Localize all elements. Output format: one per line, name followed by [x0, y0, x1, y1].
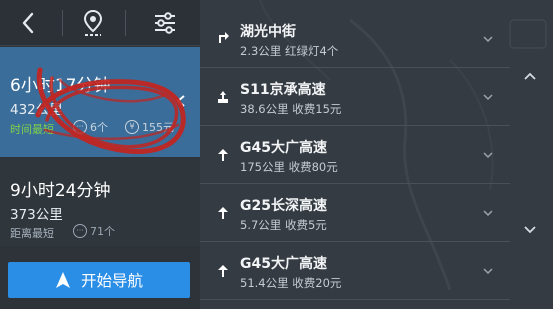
toolbar-divider: [62, 10, 63, 36]
toll-cost: ¥ 155元: [125, 119, 174, 135]
toll-gate-icon: [218, 91, 228, 103]
straight-arrow-icon: [218, 149, 228, 161]
expand-route-button[interactable]: [175, 93, 187, 112]
step-info: 175公里 收费80元: [240, 160, 338, 174]
scroll-down-button[interactable]: [518, 218, 542, 242]
route-tag: 距离最短: [10, 227, 54, 240]
toolbar-divider: [125, 10, 126, 36]
back-button[interactable]: [0, 0, 55, 46]
route-duration: 6小时17分钟: [10, 76, 111, 96]
chevron-left-icon: [176, 95, 185, 107]
traffic-light-icon: ···: [73, 120, 87, 134]
chevron-down-icon: [483, 94, 493, 101]
yuan-icon: ¥: [125, 120, 139, 134]
traffic-light-icon: ···: [73, 224, 87, 238]
route-tag: 时间最短: [10, 123, 54, 136]
chevron-down-icon: [483, 152, 493, 159]
navigation-screen: 6小时17分钟 432公里 时间最短 ··· 6个 ¥ 155元 9小时24分钟…: [0, 0, 553, 309]
step-road-name: S11京承高速: [240, 82, 326, 98]
toolbar: [0, 0, 200, 46]
route-step[interactable]: 湖光中街 2.3公里 红绿灯4个: [200, 10, 510, 68]
step-road-name: G45大广高速: [240, 140, 327, 156]
route-distance: 432公里: [10, 102, 63, 118]
step-road-name: 湖光中街: [240, 24, 296, 40]
route-step[interactable]: S11京承高速 38.6公里 收费15元: [200, 68, 510, 126]
step-info: 51.4公里 收费20元: [240, 276, 342, 290]
location-button[interactable]: [68, 0, 118, 46]
scroll-up-button[interactable]: [518, 64, 542, 88]
chevron-down-icon: [483, 36, 493, 43]
start-navigation-button[interactable]: 开始导航: [8, 262, 190, 298]
chevron-up-icon: [524, 72, 536, 80]
navigation-arrow-icon: [55, 272, 70, 288]
chevron-down-icon: [524, 226, 536, 234]
step-road-name: G25长深高速: [240, 198, 327, 214]
route-option-2[interactable]: 9小时24分钟 373公里 距离最短 ··· 71个: [0, 158, 200, 246]
straight-arrow-icon: [218, 207, 228, 219]
route-step[interactable]: G25长深高速 5.7公里 收费5元: [200, 184, 510, 242]
route-steps-panel: 湖光中街 2.3公里 红绿灯4个 S11京承高速 38.6公里 收费15元 G4…: [200, 0, 553, 309]
route-distance: 373公里: [10, 207, 63, 223]
start-navigation-label: 开始导航: [80, 272, 143, 290]
sliders-icon: [155, 12, 175, 34]
step-info: 38.6公里 收费15元: [240, 102, 342, 116]
route-panel: 6小时17分钟 432公里 时间最短 ··· 6个 ¥ 155元 9小时24分钟…: [0, 0, 200, 309]
step-info: 2.3公里 红绿灯4个: [240, 44, 339, 58]
chevron-down-icon: [483, 210, 493, 217]
traffic-lights-count: ··· 71个: [73, 223, 115, 239]
back-arrow-icon: [22, 12, 33, 34]
turn-right-icon: [219, 32, 229, 43]
route-option-1[interactable]: 6小时17分钟 432公里 时间最短 ··· 6个 ¥ 155元: [0, 47, 200, 157]
route-duration: 9小时24分钟: [10, 181, 111, 201]
step-road-name: G45大广高速: [240, 256, 327, 272]
route-step[interactable]: G45大广高速 51.4公里 收费20元: [200, 242, 510, 300]
step-info: 5.7公里 收费5元: [240, 218, 327, 232]
chevron-down-icon: [483, 268, 493, 275]
route-step[interactable]: G45大广高速 175公里 收费80元: [200, 126, 510, 184]
straight-arrow-icon: [218, 265, 228, 277]
route-settings-button[interactable]: [140, 0, 190, 46]
traffic-lights-count: ··· 6个: [73, 119, 108, 135]
location-pin-icon: [83, 9, 103, 36]
